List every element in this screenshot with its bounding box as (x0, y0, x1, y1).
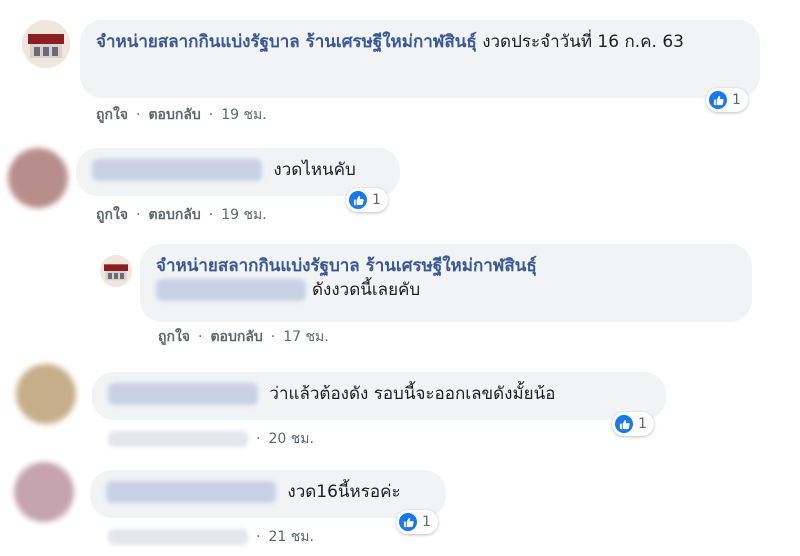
redacted-author-name (108, 383, 258, 405)
comment-bubble: จำหน่ายสลากกินแบ่งรัฐบาล ร้านเศรษฐีใหม่ก… (80, 20, 760, 98)
reaction-count-badge[interactable]: 1 (346, 188, 388, 212)
comment-text: งวดไหนคับ (273, 160, 356, 180)
separator: · (136, 207, 141, 223)
thumbs-up-icon (709, 91, 727, 109)
timestamp[interactable]: 20 ชม. (268, 431, 313, 447)
comment-text: งวดประจำวันที่ 16 ก.ค. 63 (476, 32, 684, 52)
reaction-count: 1 (638, 416, 647, 432)
reaction-count-badge[interactable]: 1 (706, 88, 748, 112)
comment-actions: ถูกใจ · ตอบกลับ · 17 ชม. (158, 326, 329, 348)
redacted-author-name (92, 159, 262, 181)
avatar[interactable] (14, 462, 74, 522)
timestamp[interactable]: 19 ชม. (221, 207, 266, 223)
reaction-count-badge[interactable]: 1 (612, 412, 654, 436)
shop-photo-icon (100, 255, 132, 287)
redacted-tagged-name (156, 279, 306, 301)
reply-link[interactable]: ตอบกลับ (210, 329, 262, 345)
comment-text: ดังงวดนี้เลยคับ (312, 280, 421, 300)
reply-link[interactable]: ตอบกลับ (148, 107, 200, 123)
comment-author[interactable]: จำหน่ายสลากกินแบ่งรัฐบาล ร้านเศรษฐีใหม่ก… (156, 254, 736, 278)
timestamp[interactable]: 21 ชม. (268, 529, 313, 545)
separator: · (256, 431, 261, 447)
redacted-actions (108, 431, 248, 447)
avatar[interactable] (100, 255, 132, 287)
reaction-count-badge[interactable]: 1 (396, 510, 438, 534)
comment-text: งวด16นี้หรอค่ะ (287, 482, 401, 502)
timestamp[interactable]: 17 ชม. (283, 329, 328, 345)
avatar[interactable] (22, 20, 70, 68)
thumbs-up-icon (349, 191, 367, 209)
comment-text: ว่าแล้วต้องดัง รอบนี้จะออกเลขดังมั้ยน้อ (269, 384, 556, 404)
comment-bubble: ว่าแล้วต้องดัง รอบนี้จะออกเลขดังมั้ยน้อ (92, 372, 666, 420)
separator: · (208, 207, 214, 223)
separator: · (136, 107, 141, 123)
comment-actions: ถูกใจ · ตอบกลับ · 19 ชม. (96, 104, 267, 126)
like-link[interactable]: ถูกใจ (96, 107, 128, 123)
like-link[interactable]: ถูกใจ (158, 329, 190, 345)
like-link[interactable]: ถูกใจ (96, 207, 128, 223)
redacted-actions (108, 529, 248, 545)
reaction-count: 1 (372, 192, 381, 208)
reaction-count: 1 (422, 514, 431, 530)
comment-bubble: งวด16นี้หรอค่ะ (90, 470, 446, 518)
separator: · (270, 329, 276, 345)
comment-author[interactable]: จำหน่ายสลากกินแบ่งรัฐบาล ร้านเศรษฐีใหม่ก… (96, 32, 477, 52)
reply-link[interactable]: ตอบกลับ (148, 207, 200, 223)
comment-actions: · 20 ชม. (108, 428, 314, 450)
shop-photo-icon (22, 20, 70, 68)
separator: · (198, 329, 203, 345)
thumbs-up-icon (615, 415, 633, 433)
comment-bubble: จำหน่ายสลากกินแบ่งรัฐบาล ร้านเศรษฐีใหม่ก… (140, 244, 752, 322)
redacted-author-name (106, 481, 276, 503)
separator: · (256, 529, 261, 545)
separator: · (208, 107, 214, 123)
avatar[interactable] (8, 148, 68, 208)
comment-actions: ถูกใจ · ตอบกลับ · 19 ชม. (96, 204, 267, 226)
comment-actions: · 21 ชม. (108, 526, 314, 548)
timestamp[interactable]: 19 ชม. (221, 107, 266, 123)
avatar[interactable] (16, 364, 76, 424)
reaction-count: 1 (732, 92, 741, 108)
thumbs-up-icon (399, 513, 417, 531)
